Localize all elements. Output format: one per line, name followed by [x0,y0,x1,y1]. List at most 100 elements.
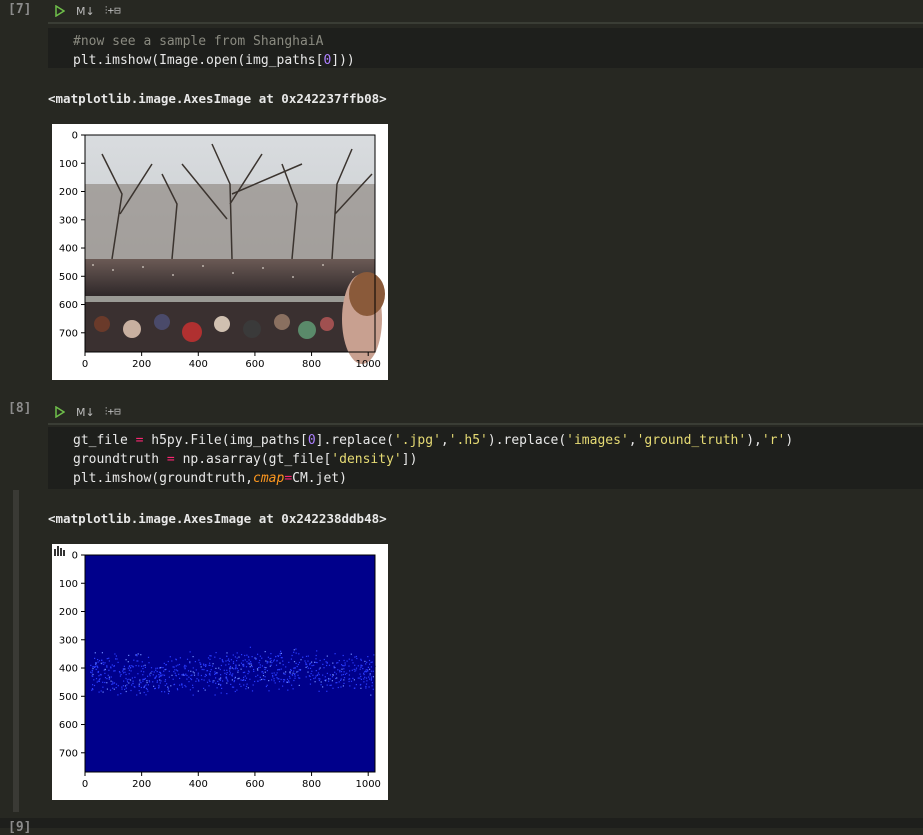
density-point [252,684,254,686]
density-point [163,662,165,664]
markdown-toggle[interactable]: M↓ [76,5,95,18]
x-tick-label: 1000 [355,359,380,370]
y-tick-label: 0 [72,551,78,562]
split-cell-icon[interactable]: ⫶+⊟ [105,405,121,419]
density-point [350,680,353,682]
density-point [167,693,170,695]
density-point [195,669,197,671]
density-point [123,680,125,682]
density-point [215,677,217,679]
density-point [132,682,134,685]
density-point [124,688,126,690]
code-editor[interactable]: #now see a sample from ShanghaiA plt.ims… [48,28,923,68]
density-point [209,658,211,660]
density-point [326,655,328,657]
code-editor[interactable]: gt_file = h5py.File(img_paths[0].replace… [48,427,923,489]
density-point [353,679,355,681]
density-point [255,658,257,660]
density-point [108,678,110,680]
density-point [262,678,264,680]
density-point [369,674,371,676]
density-point [94,666,96,668]
density-point [288,675,291,678]
density-point [336,662,338,664]
density-point [280,652,282,654]
density-point [190,670,192,672]
density-point [242,664,244,666]
density-point [249,666,251,668]
plot-output: 0 200 400 600 800 1000 0 100 200 300 400 500 600 700 [52,124,388,380]
density-point [263,666,266,668]
density-point [326,690,328,692]
density-point [188,676,190,678]
density-point [104,662,106,664]
run-icon[interactable] [54,5,66,17]
density-point [273,680,275,682]
density-point [192,671,194,673]
density-point [228,660,230,662]
density-point [165,664,167,666]
density-point [305,662,307,664]
density-point [357,677,359,679]
density-point [309,675,311,677]
cell-9[interactable]: [9] [0,818,923,835]
density-point [203,664,205,666]
density-point [363,672,365,674]
density-point [240,662,243,664]
density-point [243,684,245,686]
x-tick-label: 800 [302,779,321,790]
density-point [365,671,367,673]
density-point [95,668,97,670]
density-point [306,663,308,665]
density-point [343,679,345,681]
run-icon[interactable] [54,406,66,418]
density-point [357,665,359,667]
density-point [243,665,245,667]
density-point [147,684,149,686]
density-point [333,665,335,667]
density-point [333,667,335,669]
density-point [204,675,206,678]
density-point [236,660,238,662]
density-point [251,690,254,692]
density-point [370,666,372,668]
density-point [207,657,210,659]
x-tick-label: 1000 [355,779,380,790]
density-point [231,686,234,688]
density-point [125,673,127,676]
density-point [233,686,235,688]
density-point [275,664,278,666]
density-plot: 0 200 400 600 800 1000 0 100 200 300 400 500 600 700 [59,551,381,791]
density-point [268,680,270,682]
density-point [215,682,217,684]
markdown-toggle[interactable]: M↓ [76,406,95,419]
density-point [91,688,94,690]
density-point [117,685,119,687]
density-point [120,674,122,676]
density-point [203,679,205,681]
density-point [226,672,228,674]
density-point [297,674,299,676]
density-point [236,667,238,670]
density-point [365,685,367,688]
density-point [196,678,198,680]
density-point [148,680,150,682]
density-point [145,687,147,689]
density-point [192,684,194,686]
density-point [240,668,242,670]
density-point [238,664,240,666]
density-point [238,656,240,658]
density-point [101,659,103,661]
density-point [127,667,129,669]
density-point [298,677,300,679]
density-point [138,683,140,685]
split-cell-icon[interactable]: ⫶+⊟ [105,4,121,18]
output-scroll-bar[interactable] [13,490,19,812]
density-point [185,686,187,688]
density-point [372,688,374,690]
density-point [189,689,191,691]
density-point [131,677,133,679]
density-point [126,681,129,683]
code-line: plt.imshow(groundtruth,cmap=CM.jet) [73,471,347,486]
density-point [190,674,192,677]
